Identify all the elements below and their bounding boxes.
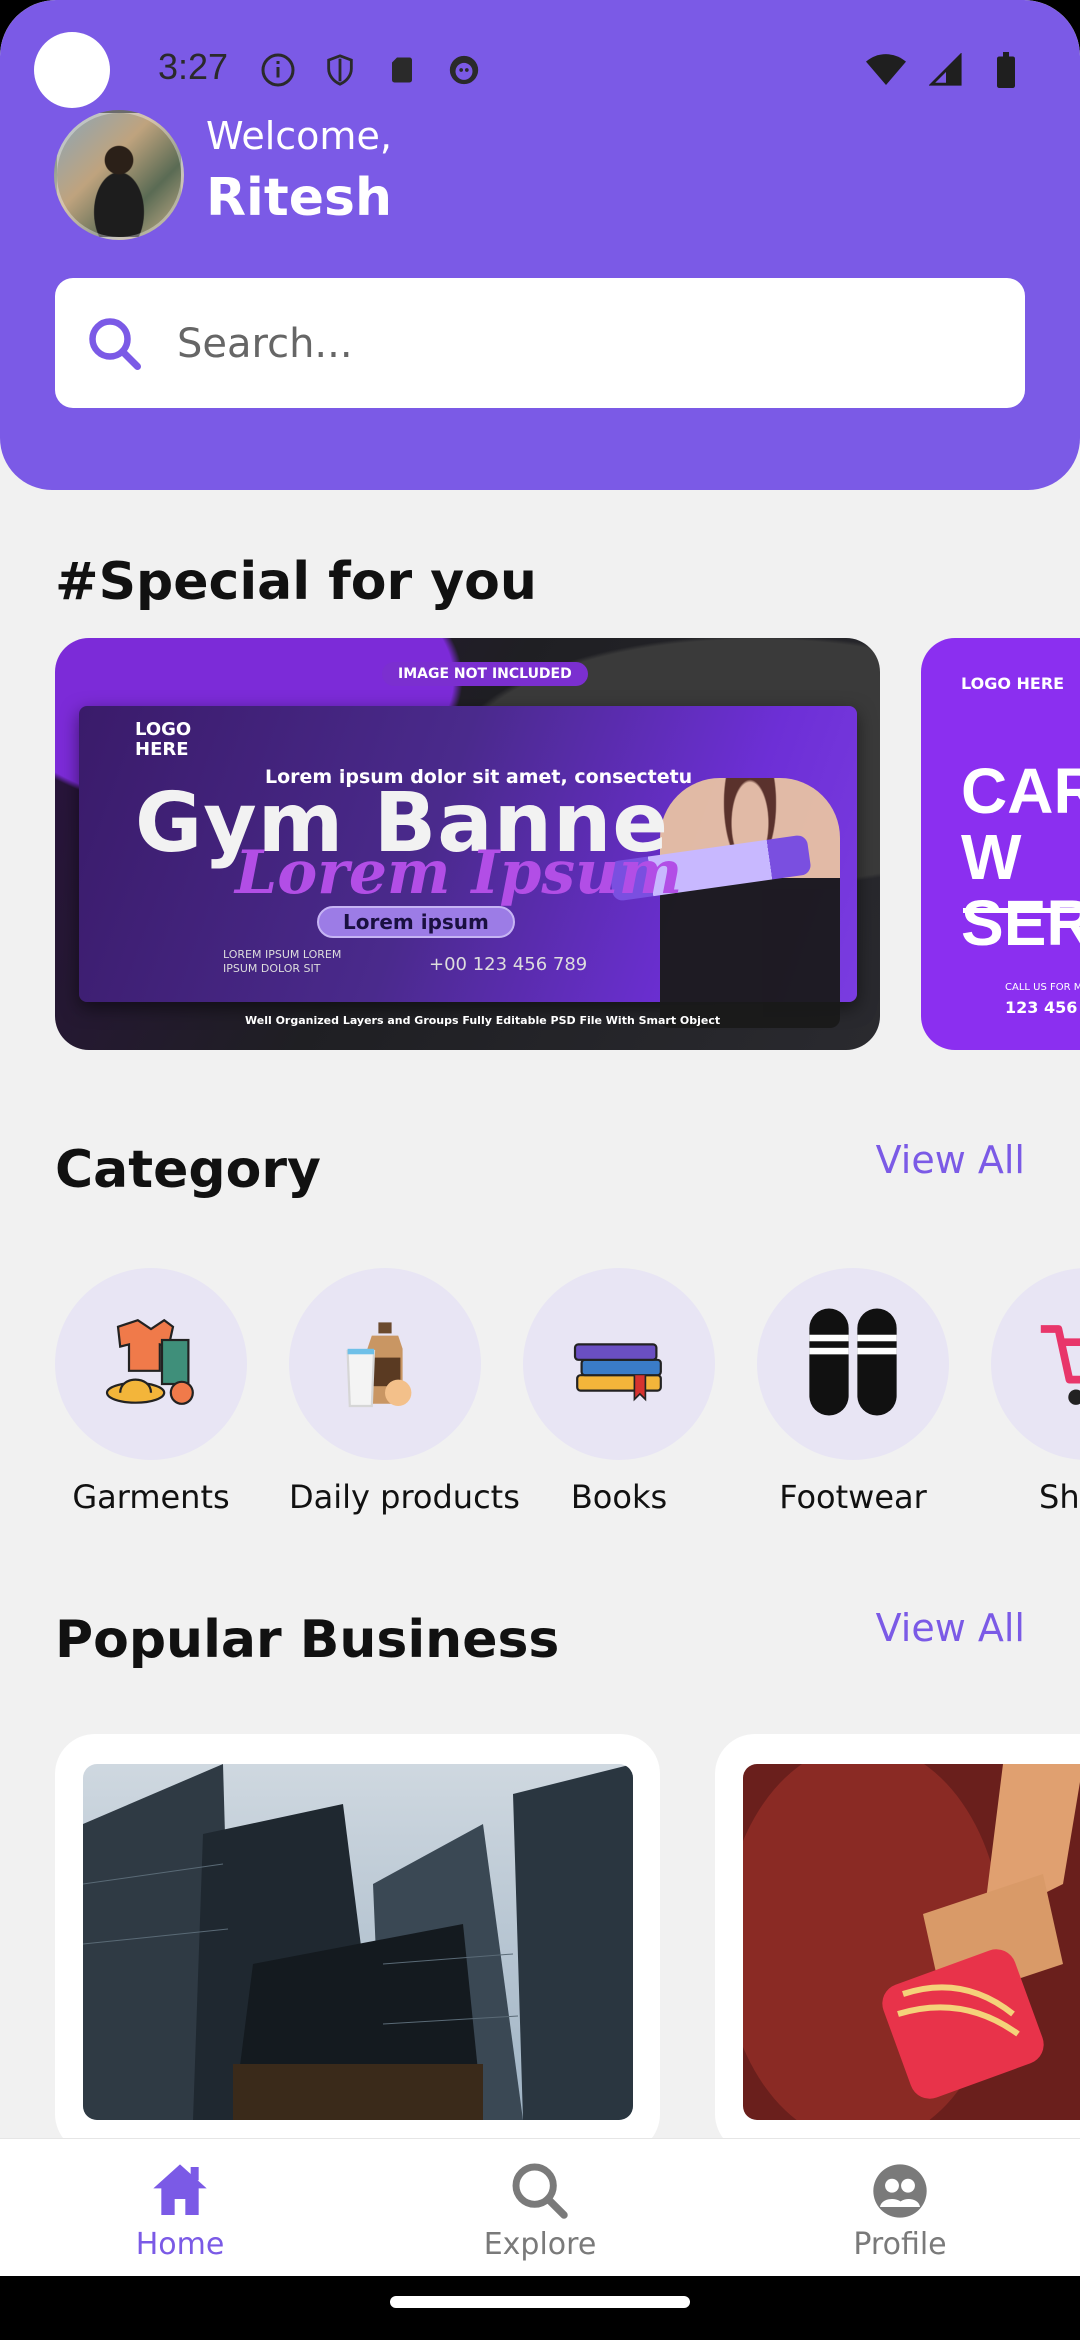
category-label: Garments bbox=[72, 1478, 230, 1516]
business-image-skyscrapers bbox=[83, 1764, 633, 2120]
battery-icon bbox=[986, 50, 1026, 90]
system-navigation-bar bbox=[0, 2276, 1080, 2340]
books-icon bbox=[564, 1307, 674, 1421]
banner-logo: LOGO HERE bbox=[135, 719, 192, 760]
search-icon bbox=[85, 314, 145, 374]
home-indicator[interactable] bbox=[390, 2296, 690, 2308]
sd-card-icon bbox=[382, 50, 422, 90]
nav-explore[interactable]: Explore bbox=[440, 2139, 640, 2262]
search-bar[interactable] bbox=[55, 278, 1025, 408]
nav-explore-label: Explore bbox=[483, 2227, 597, 2262]
popular-section-title: Popular Business bbox=[55, 1610, 560, 1670]
banner-badge: IMAGE NOT INCLUDED bbox=[382, 662, 588, 686]
camera-cutout bbox=[34, 32, 110, 108]
popular-view-all-link[interactable]: View All bbox=[876, 1606, 1025, 1650]
category-item-footwear[interactable]: Footwear bbox=[757, 1268, 949, 1516]
search-input[interactable] bbox=[175, 308, 999, 380]
nav-profile-label: Profile bbox=[853, 2227, 947, 2262]
category-item-daily-products[interactable]: Daily products bbox=[289, 1268, 520, 1516]
category-label: Footwear bbox=[779, 1478, 927, 1516]
info-icon bbox=[258, 50, 298, 90]
status-icons-left bbox=[258, 50, 484, 90]
car-banner-phone: 123 456 78 bbox=[1005, 998, 1080, 1017]
category-item-shopping[interactable]: Sho bbox=[991, 1268, 1080, 1516]
car-banner-logo: LOGO HERE bbox=[961, 674, 1065, 693]
user-name: Ritesh bbox=[206, 168, 392, 228]
shield-icon bbox=[320, 50, 360, 90]
wifi-icon bbox=[866, 50, 906, 90]
banner-model-image bbox=[660, 778, 840, 1028]
profile-icon bbox=[868, 2159, 932, 2223]
nav-profile[interactable]: Profile bbox=[800, 2139, 1000, 2262]
category-view-all-link[interactable]: View All bbox=[876, 1138, 1025, 1182]
banner-footer: Well Organized Layers and Groups Fully E… bbox=[245, 1014, 721, 1027]
category-label: Sho bbox=[1039, 1478, 1080, 1516]
category-circle bbox=[523, 1268, 715, 1460]
home-icon bbox=[148, 2159, 212, 2223]
category-item-garments[interactable]: Garments bbox=[55, 1268, 247, 1516]
shopping-cart-icon bbox=[1032, 1307, 1080, 1421]
header: 3:27 Welcome, Ritesh Search... bbox=[0, 0, 1080, 490]
gym-banner-card[interactable]: IMAGE NOT INCLUDED LOGO HERE Lorem ipsum… bbox=[55, 638, 880, 1050]
car-service-banner-card[interactable]: LOGO HERE CAR W SERV CALL US FOR MO 123 … bbox=[921, 638, 1080, 1050]
status-icons-right bbox=[866, 50, 1026, 90]
banner-contact: LOREM IPSUM LOREM IPSUM DOLOR SIT bbox=[223, 948, 342, 975]
category-label: Books bbox=[570, 1478, 668, 1516]
category-item-books[interactable]: Books bbox=[523, 1268, 715, 1516]
car-banner-title: CAR W SERV bbox=[961, 755, 1080, 959]
cellular-signal-icon bbox=[926, 50, 966, 90]
daily-products-icon bbox=[330, 1307, 440, 1421]
category-circle bbox=[991, 1268, 1080, 1460]
assistant-icon bbox=[444, 50, 484, 90]
category-label: Daily products bbox=[289, 1478, 520, 1516]
footwear-icon bbox=[798, 1302, 908, 1426]
category-section-title: Category bbox=[55, 1140, 321, 1200]
business-card[interactable] bbox=[55, 1734, 660, 2154]
category-circle bbox=[55, 1268, 247, 1460]
nav-home[interactable]: Home bbox=[80, 2139, 280, 2262]
category-list: Garments Daily products Books Footwear S… bbox=[55, 1268, 1080, 1518]
category-circle bbox=[289, 1268, 481, 1460]
nav-home-label: Home bbox=[135, 2227, 225, 2262]
bottom-navigation: Home Explore Profile bbox=[0, 2138, 1080, 2277]
business-card[interactable] bbox=[715, 1734, 1080, 2154]
special-section-title: #Special for you bbox=[55, 552, 537, 612]
status-time: 3:27 bbox=[158, 46, 229, 87]
banner-pill: Lorem ipsum bbox=[317, 906, 515, 938]
car-banner-call-label: CALL US FOR MO bbox=[1005, 982, 1080, 993]
explore-search-icon bbox=[508, 2159, 572, 2223]
banner-phone: +00 123 456 789 bbox=[429, 954, 588, 975]
banner-script-text: Lorem Ipsum bbox=[235, 838, 683, 908]
status-bar: 3:27 bbox=[0, 0, 1080, 140]
avatar[interactable] bbox=[54, 110, 184, 240]
category-circle bbox=[757, 1268, 949, 1460]
car-banner-divider bbox=[963, 908, 1080, 913]
welcome-text: Welcome, bbox=[206, 114, 392, 158]
home-screen: 3:27 Welcome, Ritesh Search... #Special … bbox=[0, 0, 1080, 2340]
business-image-wedding-hands bbox=[743, 1764, 1080, 2120]
garments-icon bbox=[96, 1307, 206, 1421]
